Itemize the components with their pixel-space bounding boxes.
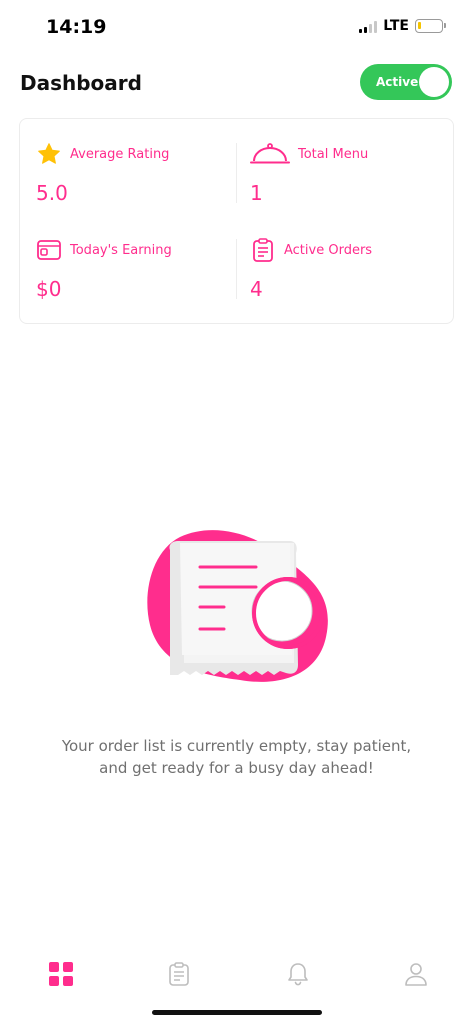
wallet-icon bbox=[36, 237, 62, 263]
empty-state-message: Your order list is currently empty, stay… bbox=[61, 737, 412, 777]
cloche-icon bbox=[250, 141, 290, 167]
stats-card: Average Rating 5.0 Total Menu 1 Today's … bbox=[19, 118, 454, 324]
stat-average-rating: Average Rating 5.0 bbox=[36, 141, 236, 221]
stat-todays-earning: Today's Earning $0 bbox=[36, 237, 236, 317]
signal-icon bbox=[359, 20, 378, 33]
status-bar: 14:19 LTE bbox=[0, 0, 473, 54]
stat-total-menu: Total Menu 1 bbox=[250, 141, 450, 221]
user-icon bbox=[405, 963, 427, 986]
toggle-label: Active bbox=[376, 75, 419, 89]
column-divider bbox=[236, 239, 237, 299]
battery-level bbox=[418, 22, 421, 29]
stat-label: Today's Earning bbox=[70, 242, 172, 258]
home-indicator bbox=[152, 1010, 322, 1015]
column-divider bbox=[236, 143, 237, 203]
receipt-illustration bbox=[140, 525, 340, 690]
network-label: LTE bbox=[383, 18, 409, 34]
active-status-toggle[interactable]: Active bbox=[360, 64, 452, 100]
stat-active-orders: Active Orders 4 bbox=[250, 237, 450, 317]
bell-icon bbox=[288, 963, 308, 986]
stat-label: Active Orders bbox=[284, 242, 373, 258]
nav-notifications[interactable] bbox=[284, 960, 312, 988]
nav-dashboard[interactable] bbox=[47, 960, 75, 988]
stat-value: $0 bbox=[36, 277, 62, 301]
status-time: 14:19 bbox=[46, 16, 107, 38]
stat-label: Average Rating bbox=[70, 146, 170, 162]
stat-label: Total Menu bbox=[298, 146, 369, 162]
grid-icon bbox=[49, 962, 73, 986]
stat-value: 5.0 bbox=[36, 181, 68, 205]
clipboard-icon bbox=[169, 962, 189, 986]
clipboard-icon bbox=[250, 237, 276, 263]
stat-value: 1 bbox=[250, 181, 263, 205]
nav-orders[interactable] bbox=[165, 960, 193, 988]
bottom-nav bbox=[0, 950, 473, 1000]
nav-profile[interactable] bbox=[402, 960, 430, 988]
stat-value: 4 bbox=[250, 277, 263, 301]
page-title: Dashboard bbox=[20, 71, 142, 95]
battery-icon bbox=[415, 19, 446, 33]
toggle-knob bbox=[419, 67, 449, 97]
status-indicators: LTE bbox=[359, 18, 446, 34]
star-icon bbox=[36, 141, 62, 167]
